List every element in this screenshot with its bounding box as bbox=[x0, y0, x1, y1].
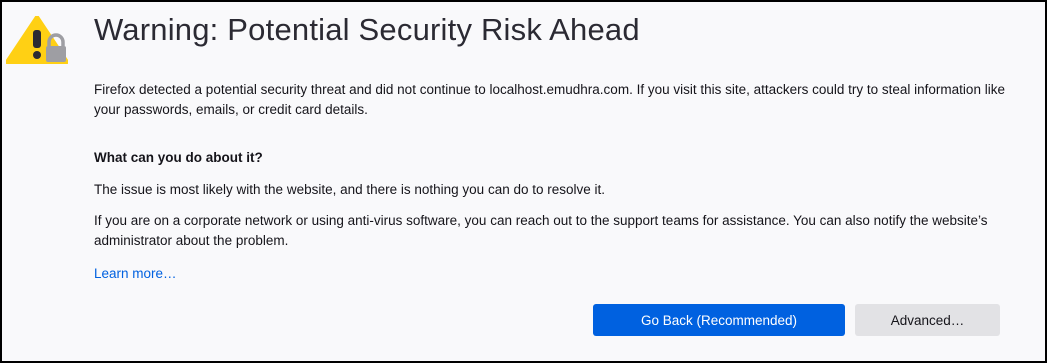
error-page: Warning: Potential Security Risk Ahead F… bbox=[0, 0, 1047, 363]
go-back-button[interactable]: Go Back (Recommended) bbox=[593, 304, 845, 336]
corporate-network-text: If you are on a corporate network or usi… bbox=[94, 213, 988, 248]
warning-lock-icon bbox=[5, 15, 69, 64]
issue-text: The issue is most likely with the websit… bbox=[94, 182, 606, 197]
advanced-button[interactable]: Advanced… bbox=[855, 304, 1000, 336]
learn-more-link[interactable]: Learn more… bbox=[94, 266, 177, 281]
page-title: Warning: Potential Security Risk Ahead bbox=[94, 12, 640, 47]
intro-text: Firefox detected a potential security th… bbox=[94, 82, 1005, 117]
what-can-you-do-heading: What can you do about it? bbox=[94, 150, 263, 165]
